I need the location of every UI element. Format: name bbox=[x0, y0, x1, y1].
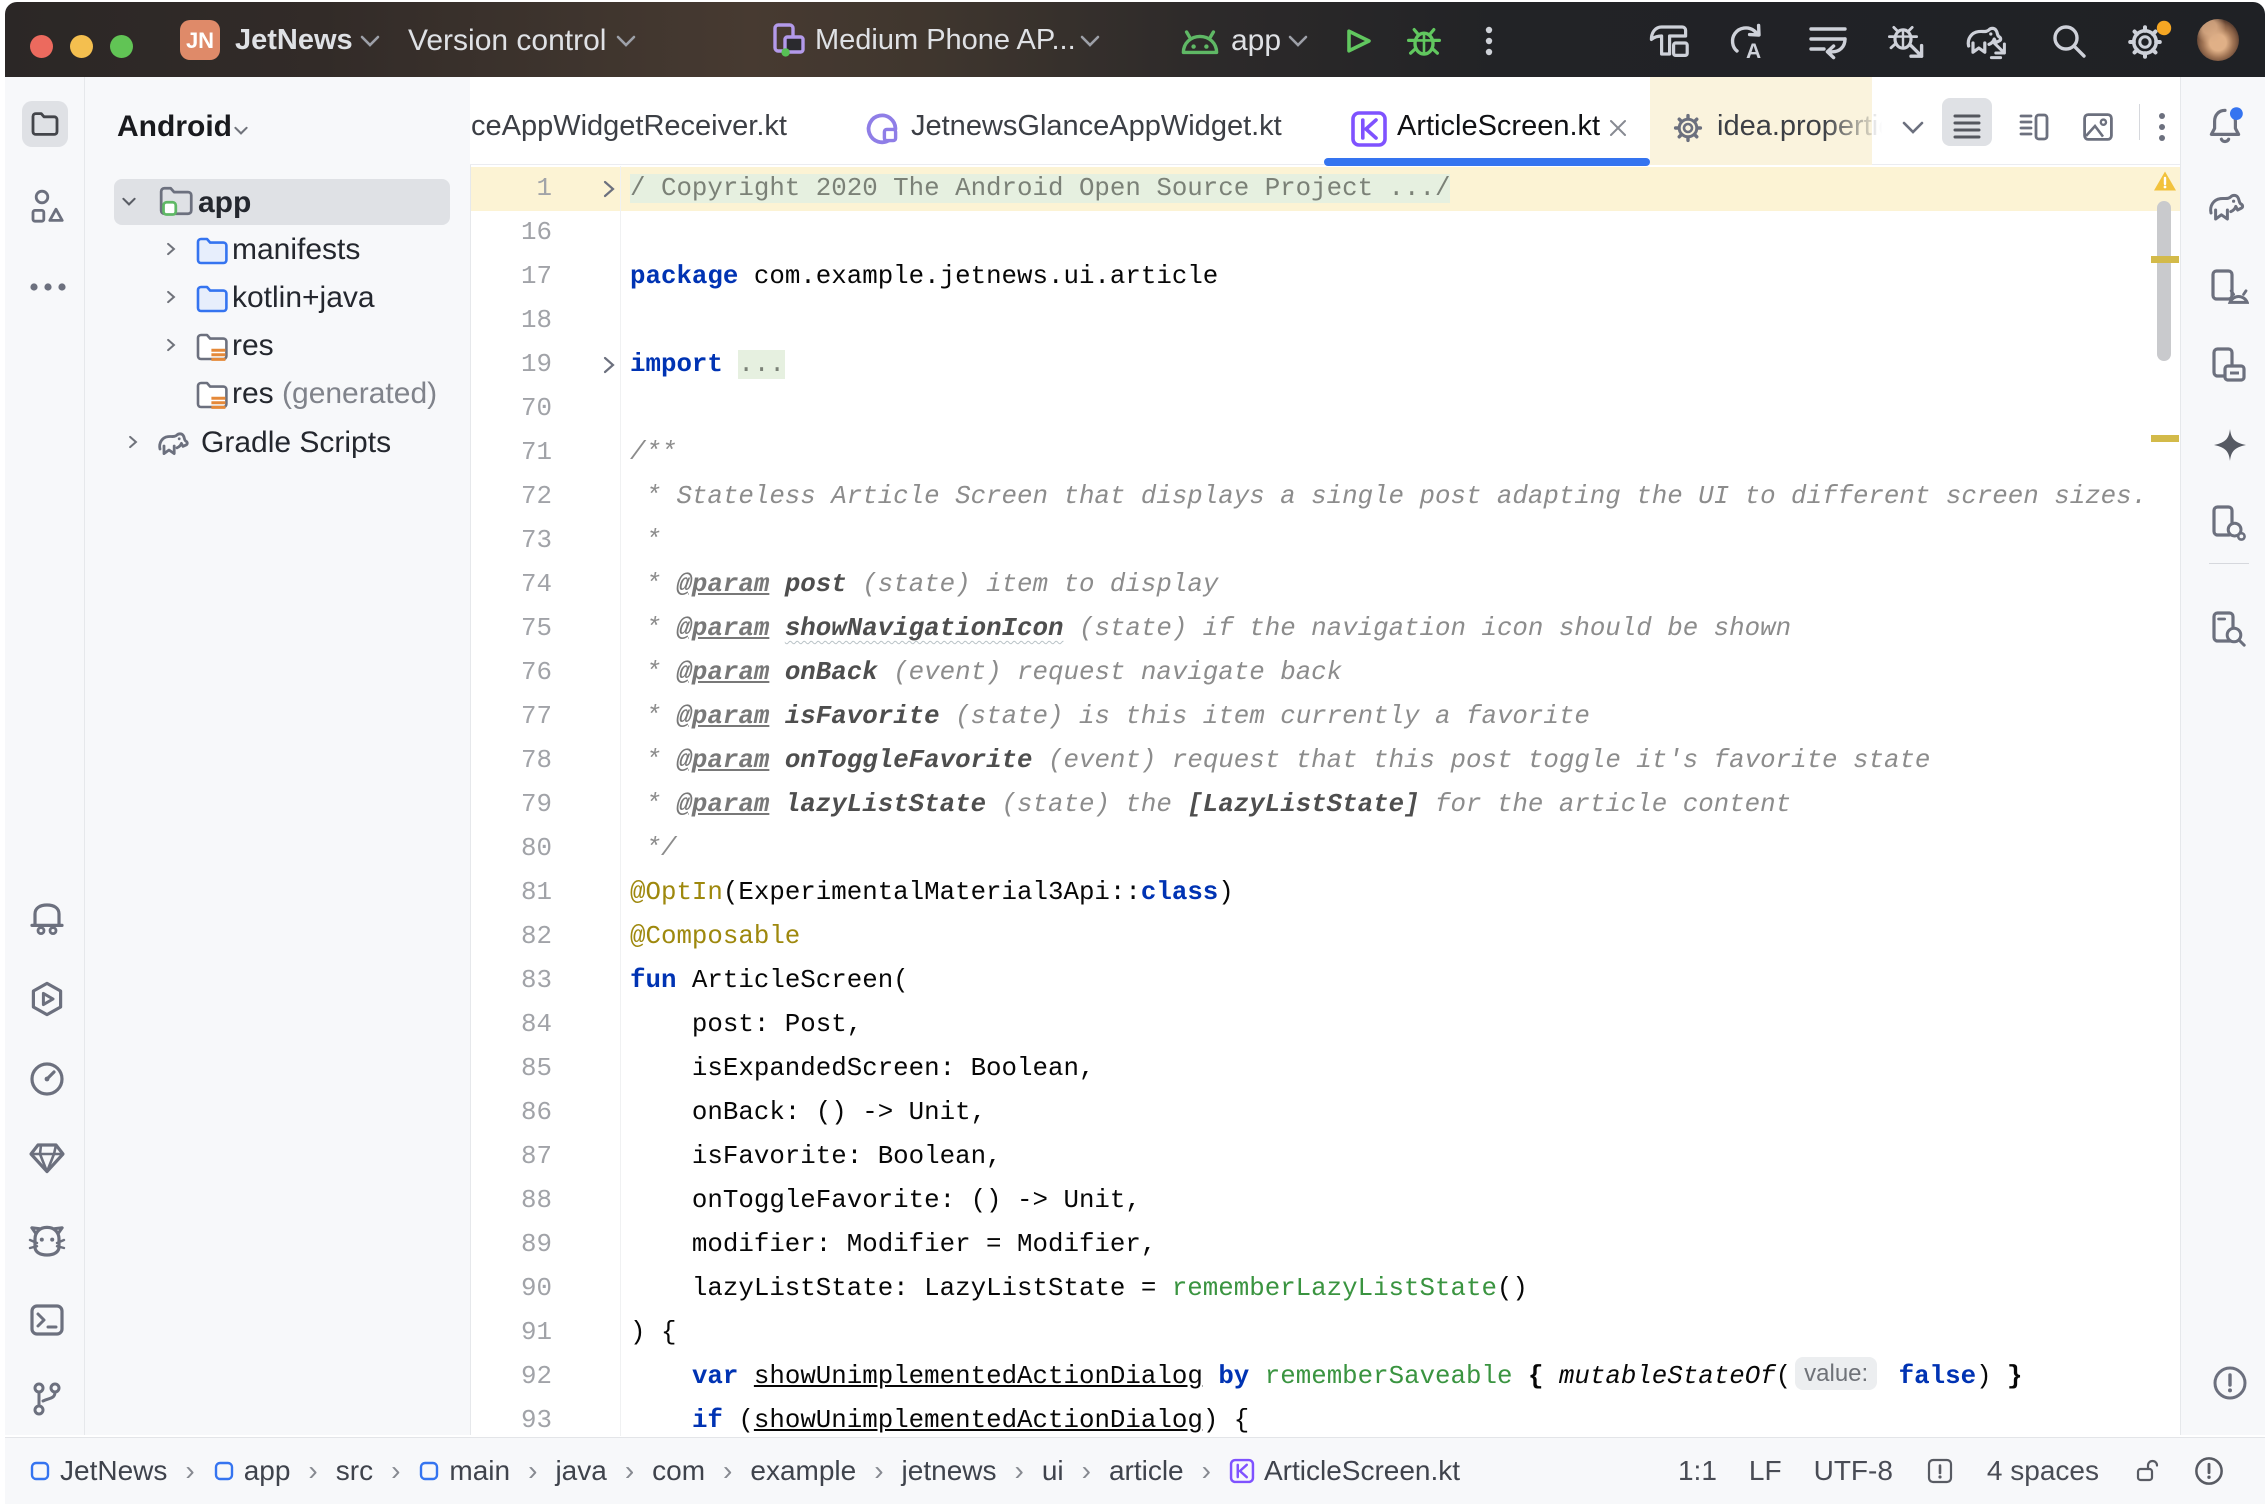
svg-text:A: A bbox=[1746, 40, 1761, 61]
